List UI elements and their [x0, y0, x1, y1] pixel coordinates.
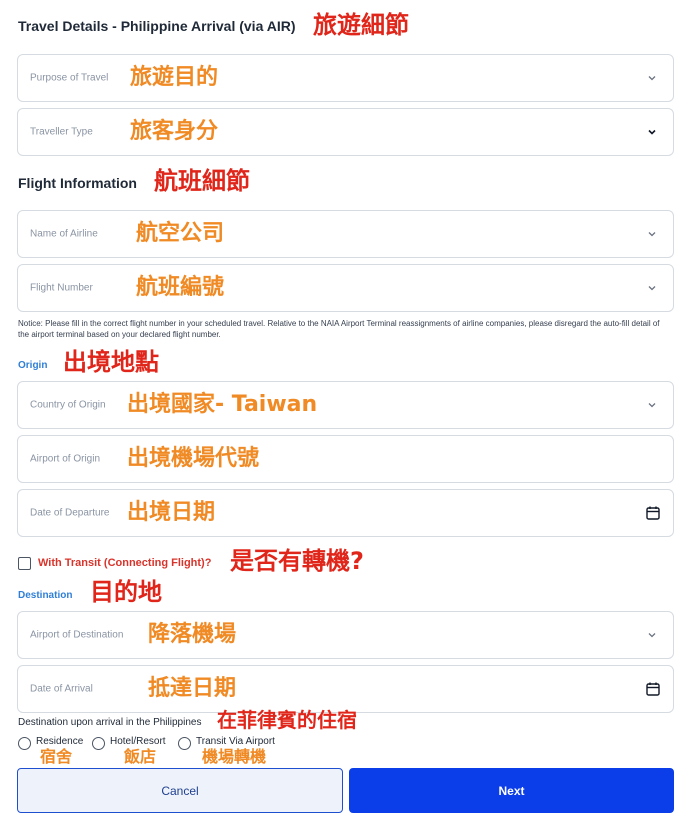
date-of-departure-annotation: 出境日期	[127, 500, 216, 525]
country-of-origin-placeholder: Country of Origin	[30, 399, 106, 411]
radio-transit-via-airport[interactable]	[178, 737, 191, 750]
destination-upon-arrival-label: Destination upon arrival in the Philippi…	[18, 717, 202, 728]
with-transit-checkbox[interactable]	[18, 557, 31, 570]
airline-name-placeholder: Name of Airline	[30, 228, 98, 240]
chevron-down-icon	[648, 232, 656, 237]
airport-of-destination-select[interactable]: Airport of Destination 降落機場	[17, 611, 674, 659]
purpose-of-travel-annotation: 旅遊目的	[130, 65, 219, 90]
airport-of-origin-annotation: 出境機場代號	[127, 446, 260, 471]
destination-label: Destination	[18, 590, 73, 601]
airline-name-annotation: 航空公司	[136, 221, 225, 246]
next-button[interactable]: Next	[349, 768, 674, 813]
airport-of-origin-input[interactable]: Airport of Origin 出境機場代號	[17, 435, 674, 483]
chevron-down-icon	[648, 76, 656, 81]
destination-upon-arrival-annotation: 在菲律賓的住宿	[217, 708, 357, 732]
travel-details-annotation: 旅遊細節	[313, 11, 409, 39]
date-of-arrival-placeholder: Date of Arrival	[30, 683, 93, 695]
flight-number-notice: Notice: Please fill in the correct fligh…	[18, 319, 660, 339]
radio-residence-annotation: 宿舍	[40, 747, 73, 766]
chevron-down-icon	[648, 286, 656, 291]
radio-residence[interactable]	[18, 737, 31, 750]
flight-information-title: Flight Information	[18, 175, 137, 191]
origin-label: Origin	[18, 360, 48, 371]
airport-of-destination-annotation: 降落機場	[148, 622, 237, 647]
chevron-down-icon	[648, 129, 656, 135]
purpose-of-travel-placeholder: Purpose of Travel	[30, 72, 109, 84]
radio-hotel-resort-annotation: 飯店	[124, 747, 157, 766]
radio-hotel-resort-label[interactable]: Hotel/Resort	[110, 736, 166, 747]
traveller-type-placeholder: Traveller Type	[30, 126, 93, 138]
traveller-type-select[interactable]: Traveller Type 旅客身分	[17, 108, 674, 156]
flight-number-placeholder: Flight Number	[30, 282, 93, 294]
country-of-origin-select[interactable]: Country of Origin 出境國家- Taiwan	[17, 381, 674, 429]
airport-of-origin-placeholder: Airport of Origin	[30, 453, 101, 465]
chevron-down-icon	[648, 403, 656, 408]
calendar-icon[interactable]	[645, 505, 661, 521]
with-transit-label[interactable]: With Transit (Connecting Flight)?	[38, 557, 211, 569]
destination-annotation: 目的地	[90, 578, 162, 606]
date-of-departure-placeholder: Date of Departure	[30, 507, 110, 519]
flight-number-annotation: 航班編號	[136, 275, 225, 300]
radio-residence-label[interactable]: Residence	[36, 736, 83, 747]
date-of-arrival-annotation: 抵達日期	[148, 676, 237, 701]
origin-annotation: 出境地點	[63, 348, 159, 376]
purpose-of-travel-select[interactable]: Purpose of Travel 旅遊目的	[17, 54, 674, 102]
cancel-button[interactable]: Cancel	[17, 768, 343, 813]
airline-name-select[interactable]: Name of Airline 航空公司	[17, 210, 674, 258]
date-of-arrival-input[interactable]: Date of Arrival 抵達日期	[17, 665, 674, 713]
with-transit-annotation: 是否有轉機?	[230, 547, 364, 575]
chevron-down-icon	[648, 633, 656, 638]
radio-transit-via-airport-label[interactable]: Transit Via Airport	[196, 736, 275, 747]
radio-hotel-resort[interactable]	[92, 737, 105, 750]
country-of-origin-annotation: 出境國家- Taiwan	[127, 392, 318, 417]
flight-number-select[interactable]: Flight Number 航班編號	[17, 264, 674, 312]
traveller-type-annotation: 旅客身分	[130, 119, 219, 144]
radio-transit-via-airport-annotation: 機場轉機	[202, 747, 267, 766]
travel-details-title: Travel Details - Philippine Arrival (via…	[18, 18, 296, 34]
airport-of-destination-placeholder: Airport of Destination	[30, 629, 124, 641]
flight-information-annotation: 航班細節	[154, 167, 250, 195]
date-of-departure-input[interactable]: Date of Departure 出境日期	[17, 489, 674, 537]
calendar-icon[interactable]	[645, 681, 661, 697]
